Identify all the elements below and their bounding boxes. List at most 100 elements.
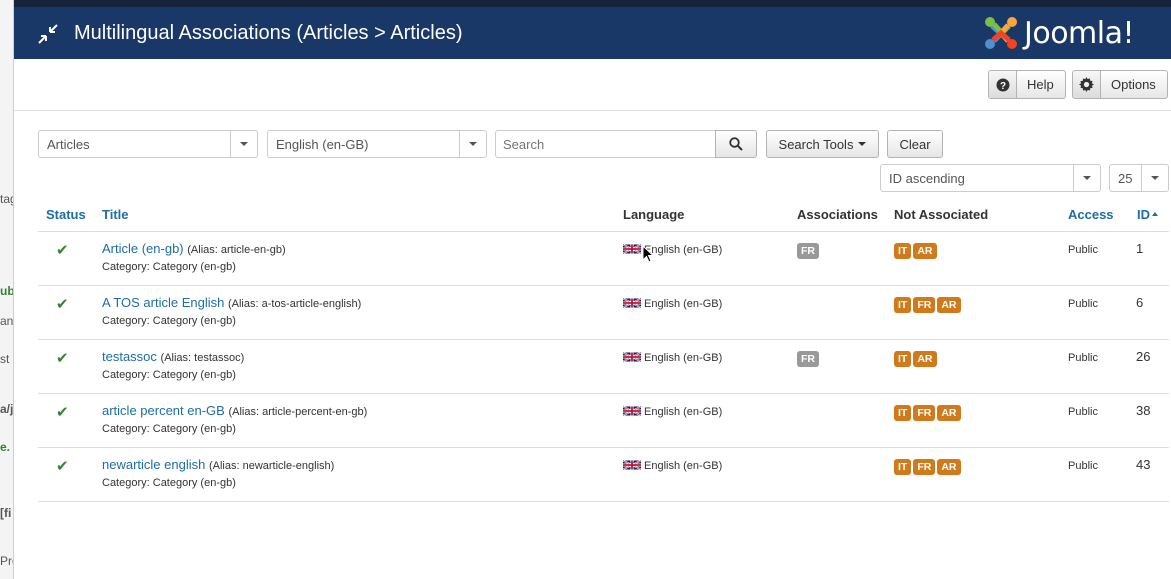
background-text: Pre — [0, 554, 13, 568]
chevron-down-icon — [459, 131, 486, 157]
published-check-icon[interactable]: ✔ — [56, 350, 69, 367]
clear-label: Clear — [899, 136, 931, 152]
clear-button[interactable]: Clear — [887, 130, 943, 158]
not-associated-badge[interactable]: FR — [913, 458, 936, 475]
column-header-language: Language — [623, 198, 797, 232]
article-id: 38 — [1136, 402, 1151, 418]
language-select[interactable]: English (en-GB) — [267, 130, 487, 158]
not-associated-badge[interactable]: IT — [894, 296, 912, 313]
column-header-status[interactable]: Status — [38, 198, 102, 232]
table-row: ✔ article percent en-GB (Alias: article-… — [38, 393, 1169, 448]
not-associated-badge[interactable]: IT — [894, 458, 912, 475]
article-id: 1 — [1136, 240, 1144, 256]
not-associated-cell: IT FR AR — [894, 448, 1068, 475]
column-header-id[interactable]: ID — [1130, 198, 1169, 232]
admin-window: Multilingual Associations (Articles > Ar… — [14, 0, 1171, 579]
table-body: ✔ Article (en-gb) (Alias: article-en-gb)… — [38, 231, 1169, 502]
table-row: ✔ newarticle english (Alias: newarticle-… — [38, 447, 1169, 502]
table-row: ✔ A TOS article English (Alias: a-tos-ar… — [38, 285, 1169, 340]
options-label: Options — [1111, 77, 1156, 92]
article-title-link[interactable]: article percent en-GB — [102, 403, 225, 418]
search-input[interactable] — [495, 130, 716, 158]
association-badge[interactable]: FR — [797, 350, 819, 367]
uk-flag-icon — [623, 405, 641, 416]
table-header-row: Status Title Language Associations Not A… — [38, 198, 1169, 232]
caret-down-icon — [858, 142, 867, 146]
top-strip — [14, 0, 1171, 7]
article-title-link[interactable]: Article (en-gb) — [102, 241, 184, 256]
not-associated-badge[interactable]: AR — [937, 404, 961, 421]
uk-flag-icon — [623, 297, 641, 308]
associations-cell — [797, 394, 894, 404]
search-button[interactable] — [715, 130, 757, 158]
chevron-down-icon — [1073, 165, 1100, 191]
article-id: 26 — [1136, 348, 1151, 364]
not-associated-badge[interactable]: AR — [913, 242, 937, 259]
column-header-associations: Associations — [797, 198, 894, 232]
search-tools-label: Search Tools — [778, 136, 854, 152]
joomla-logo[interactable]: Joomla! — [982, 14, 1135, 52]
uk-flag-icon — [623, 351, 641, 362]
not-associated-badge[interactable]: IT — [894, 350, 912, 367]
joomla-logo-text: Joomla! — [1024, 15, 1135, 51]
article-alias: (Alias: article-percent-en-gb) — [228, 405, 368, 418]
not-associated-badge[interactable]: IT — [894, 404, 912, 421]
ordering-value: ID ascending — [889, 170, 965, 186]
gear-icon — [1073, 71, 1101, 98]
options-button[interactable]: Options — [1072, 70, 1168, 99]
article-title-link[interactable]: newarticle english — [102, 457, 205, 472]
access-level: Public — [1068, 243, 1098, 256]
column-header-title[interactable]: Title — [102, 198, 623, 232]
svg-text:?: ? — [999, 81, 1005, 92]
not-associated-badge[interactable]: AR — [937, 296, 961, 313]
background-text: a/j — [0, 402, 14, 416]
search-tools-button[interactable]: Search Tools — [766, 130, 879, 158]
article-title-link[interactable]: A TOS article English — [102, 295, 224, 310]
article-category: Category: Category (en-gb) — [102, 314, 236, 327]
associations-cell — [797, 286, 894, 296]
background-window: tag ub an st a/j e. [fi Pre — [0, 0, 14, 579]
language-label: English (en-GB) — [644, 405, 723, 418]
article-category: Category: Category (en-gb) — [102, 260, 236, 273]
language-label: English (en-GB) — [644, 243, 723, 256]
toolbar: ? Help Options — [14, 59, 1171, 111]
not-associated-cell: IT FR AR — [894, 394, 1068, 421]
background-text: an — [0, 314, 14, 328]
published-check-icon[interactable]: ✔ — [56, 296, 69, 313]
access-level: Public — [1068, 297, 1098, 310]
association-badge[interactable]: FR — [797, 242, 819, 259]
not-associated-badge[interactable]: AR — [937, 458, 961, 475]
language-label: English (en-GB) — [644, 459, 723, 472]
not-associated-cell: IT AR — [894, 340, 1068, 367]
not-associated-badge[interactable]: IT — [894, 242, 912, 259]
article-alias: (Alias: article-en-gb) — [187, 243, 286, 256]
associations-cell: FR — [797, 340, 894, 367]
not-associated-badge[interactable]: AR — [913, 350, 937, 367]
item-type-select[interactable]: Articles — [38, 130, 258, 158]
published-check-icon[interactable]: ✔ — [56, 242, 69, 259]
article-category: Category: Category (en-gb) — [102, 422, 236, 435]
help-button[interactable]: ? Help — [988, 70, 1066, 99]
chevron-down-icon — [1141, 165, 1168, 191]
associations-table: Status Title Language Associations Not A… — [38, 198, 1169, 502]
published-check-icon[interactable]: ✔ — [56, 404, 69, 421]
collapse-arrows-icon[interactable] — [37, 23, 59, 45]
background-text: [fi — [0, 506, 12, 520]
article-title-link[interactable]: testassoc — [102, 349, 157, 364]
article-id: 43 — [1136, 456, 1151, 472]
help-label: Help — [1027, 77, 1054, 92]
background-text: tag — [0, 192, 13, 206]
not-associated-badge[interactable]: FR — [913, 296, 936, 313]
table-row: ✔ testassoc (Alias: testassoc) Category:… — [38, 339, 1169, 394]
limit-select[interactable]: 25 — [1109, 164, 1169, 192]
not-associated-badge[interactable]: FR — [913, 404, 936, 421]
article-category: Category: Category (en-gb) — [102, 368, 236, 381]
chevron-down-icon — [230, 131, 257, 157]
column-header-access[interactable]: Access — [1068, 198, 1130, 232]
background-text: st — [0, 352, 10, 366]
item-type-value: Articles — [47, 136, 90, 152]
access-level: Public — [1068, 405, 1098, 418]
ordering-select[interactable]: ID ascending — [880, 164, 1101, 192]
published-check-icon[interactable]: ✔ — [56, 458, 69, 475]
column-header-not-associated: Not Associated — [894, 198, 1068, 232]
